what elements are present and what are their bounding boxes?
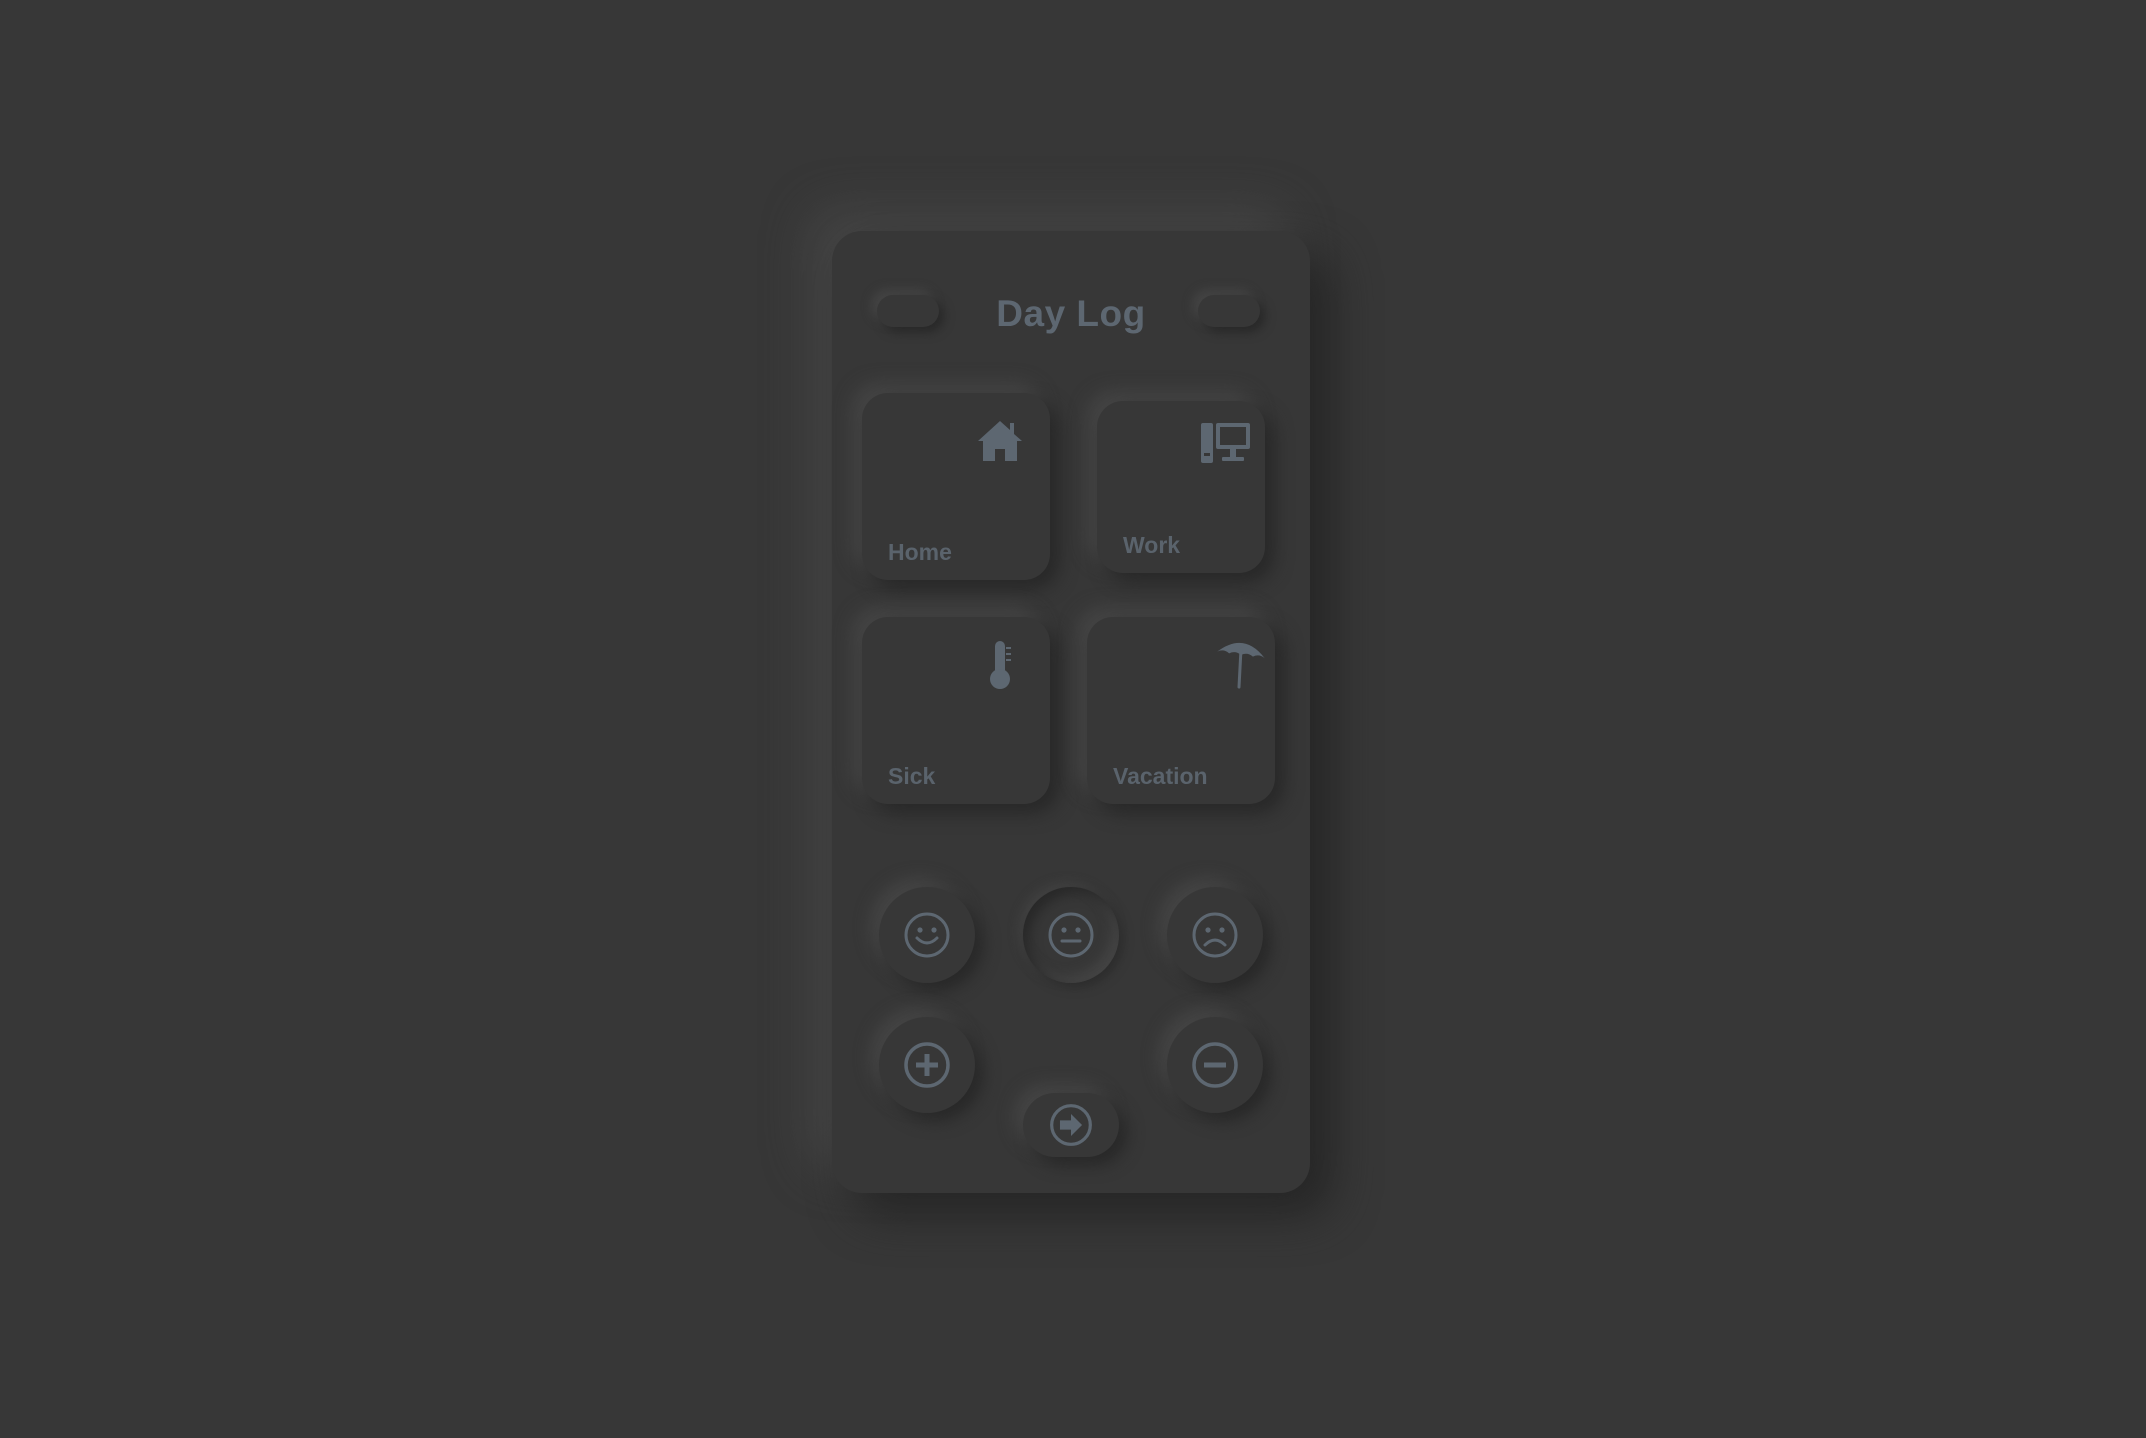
home-icon <box>978 421 1022 461</box>
day-log-panel: Day Log Home Work Sick Vacation <box>832 231 1310 1193</box>
thermometer-icon <box>990 641 1011 689</box>
sad-face-icon <box>1192 912 1238 958</box>
mood-sad-button[interactable] <box>1167 887 1263 983</box>
umbrella-icon <box>1217 643 1265 689</box>
neutral-face-icon <box>1048 912 1094 958</box>
smile-icon <box>904 912 950 958</box>
add-button[interactable] <box>879 1017 975 1113</box>
category-card-sick[interactable]: Sick <box>862 617 1050 804</box>
category-label-vacation: Vacation <box>1113 763 1208 789</box>
next-button[interactable] <box>1023 1093 1119 1157</box>
plus-circle-icon <box>904 1042 950 1088</box>
remove-button[interactable] <box>1167 1017 1263 1113</box>
category-label-work: Work <box>1123 532 1181 558</box>
category-card-vacation[interactable]: Vacation <box>1087 617 1275 804</box>
mood-neutral-button[interactable] <box>1023 887 1119 983</box>
arrow-right-circle-icon <box>1050 1104 1092 1146</box>
category-card-home[interactable]: Home <box>862 393 1050 580</box>
computer-icon <box>1201 423 1250 463</box>
mood-happy-button[interactable] <box>879 887 975 983</box>
minus-circle-icon <box>1192 1042 1238 1088</box>
category-label-home: Home <box>888 539 952 565</box>
category-card-work[interactable]: Work <box>1097 401 1265 573</box>
category-label-sick: Sick <box>888 763 936 789</box>
right-toggle-pill[interactable] <box>1198 295 1260 327</box>
